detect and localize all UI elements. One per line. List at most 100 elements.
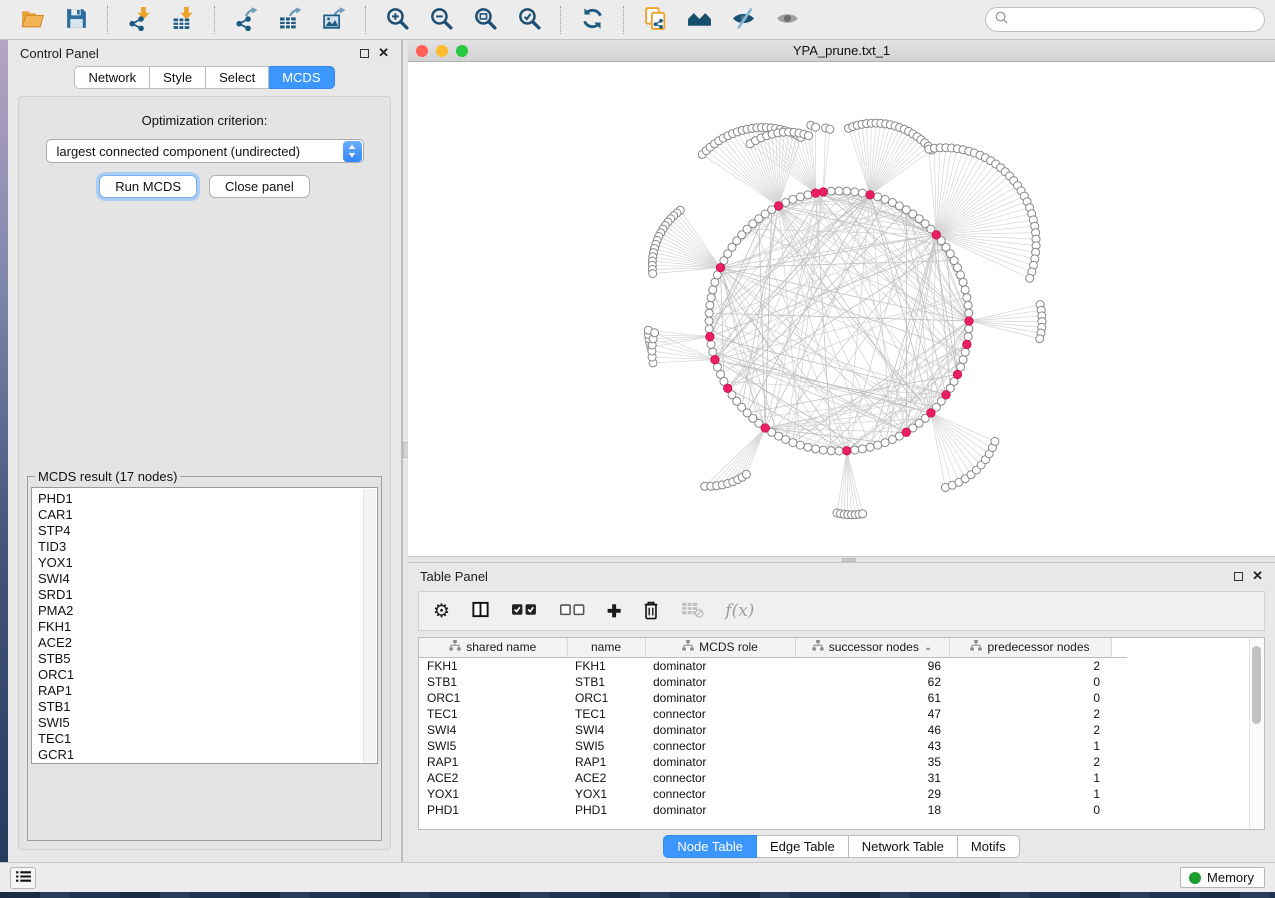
list-icon — [15, 870, 32, 886]
horizontal-splitter[interactable] — [408, 556, 1275, 563]
list-item[interactable]: TID3 — [38, 539, 377, 555]
column-type-icon — [682, 640, 694, 654]
list-item[interactable]: YOX1 — [38, 555, 377, 571]
table-row[interactable]: TEC1TEC1connector472 — [419, 706, 1127, 722]
close-panel-icon[interactable]: ✕ — [1252, 571, 1263, 581]
import-table-button[interactable] — [166, 5, 200, 35]
tab-select[interactable]: Select — [206, 66, 269, 89]
function-button: f(x) — [725, 596, 754, 626]
table-row[interactable]: ORC1ORC1dominator610 — [419, 690, 1127, 706]
show-all-button[interactable] — [770, 5, 804, 35]
mcds-tab-content: Optimization criterion: largest connecte… — [18, 96, 391, 850]
close-panel-icon[interactable]: ✕ — [378, 48, 389, 58]
node-table-container: shared namenameMCDS rolesuccessor nodes⌄… — [418, 637, 1265, 830]
save-session-button[interactable] — [59, 5, 93, 35]
list-item[interactable]: TEC1 — [38, 731, 377, 747]
list-item[interactable]: ORC1 — [38, 667, 377, 683]
list-item[interactable]: GCR1 — [38, 747, 377, 763]
tab-network[interactable]: Network — [74, 66, 150, 89]
export-table-button[interactable] — [273, 5, 307, 35]
list-item[interactable]: CAR1 — [38, 507, 377, 523]
network-window-titlebar[interactable]: YPA_prune.txt_1 — [408, 40, 1275, 62]
table-row[interactable]: ACE2ACE2connector311 — [419, 770, 1127, 786]
select-all-button[interactable] — [511, 596, 538, 626]
tab-node-table[interactable]: Node Table — [663, 835, 757, 858]
zoom-in-button[interactable] — [380, 5, 414, 35]
tab-style[interactable]: Style — [150, 66, 206, 89]
list-item[interactable]: FKH1 — [38, 619, 377, 635]
control-panel: Control Panel ✕ NetworkStyleSelectMCDS O… — [8, 40, 402, 862]
float-panel-icon[interactable] — [1234, 572, 1243, 581]
search-box[interactable] — [985, 7, 1265, 32]
scrollbar-thumb[interactable] — [1252, 646, 1261, 724]
zoom-out-button[interactable] — [424, 5, 458, 35]
list-item[interactable]: SWI5 — [38, 715, 377, 731]
table-row[interactable]: FKH1FKH1dominator962 — [419, 657, 1127, 674]
list-item[interactable]: STB5 — [38, 651, 377, 667]
table-row[interactable]: SWI5SWI5connector431 — [419, 738, 1127, 754]
refresh-button[interactable] — [575, 5, 609, 35]
import-network-button[interactable] — [122, 5, 156, 35]
hide-selected-button[interactable] — [726, 5, 760, 35]
list-item[interactable]: STB1 — [38, 699, 377, 715]
columns-icon — [471, 600, 490, 622]
zoom-selected-button[interactable] — [512, 5, 546, 35]
deselect-all-icon — [559, 602, 586, 620]
zoom-fit-icon — [473, 6, 498, 34]
table-row[interactable]: YOX1YOX1connector291 — [419, 786, 1127, 802]
table-row[interactable]: STB1STB1dominator620 — [419, 674, 1127, 690]
settings-button[interactable]: ⚙ — [433, 596, 450, 626]
list-item[interactable]: SWI4 — [38, 571, 377, 587]
network-canvas[interactable] — [408, 62, 1275, 556]
toolbar-separator — [107, 6, 108, 34]
close-panel-button[interactable]: Close panel — [209, 175, 310, 198]
first-neighbors-button[interactable] — [682, 5, 716, 35]
export-network-icon — [234, 6, 259, 34]
optimization-criterion-label: Optimization criterion: — [142, 113, 268, 128]
table-scrollbar[interactable] — [1249, 638, 1264, 829]
table-row[interactable]: RAP1RAP1dominator352 — [419, 754, 1127, 770]
zoom-in-icon — [385, 6, 410, 34]
column-header-name[interactable]: name — [567, 638, 645, 657]
function-icon: f(x) — [725, 601, 754, 621]
export-image-icon — [322, 6, 347, 34]
list-item[interactable]: PHD1 — [38, 491, 377, 507]
list-item[interactable]: SRD1 — [38, 587, 377, 603]
table-row[interactable]: PHD1PHD1dominator180 — [419, 802, 1127, 818]
list-item[interactable]: RAP1 — [38, 683, 377, 699]
criterion-select[interactable]: largest connected component (undirected) — [46, 139, 364, 163]
network-graph[interactable] — [408, 62, 1275, 556]
list-item[interactable]: PMA2 — [38, 603, 377, 619]
column-header-MCDS-role[interactable]: MCDS role — [645, 638, 795, 657]
open-session-icon — [20, 6, 45, 34]
list-item[interactable]: STP4 — [38, 523, 377, 539]
list-scrollbar[interactable] — [363, 489, 376, 762]
export-image-button[interactable] — [317, 5, 351, 35]
tab-mcds[interactable]: MCDS — [269, 66, 334, 89]
search-icon — [994, 10, 1014, 30]
list-item[interactable]: ACE2 — [38, 635, 377, 651]
column-header-shared-name[interactable]: shared name — [419, 638, 567, 657]
deselect-all-button[interactable] — [559, 596, 586, 626]
duplicate-network-button[interactable] — [638, 5, 672, 35]
mcds-result-list[interactable]: PHD1CAR1STP4TID3YOX1SWI4SRD1PMA2FKH1ACE2… — [31, 487, 378, 764]
delete-row-button[interactable] — [642, 596, 660, 626]
column-header-successor-nodes[interactable]: successor nodes⌄ — [795, 638, 949, 657]
tab-motifs[interactable]: Motifs — [958, 835, 1020, 858]
columns-button[interactable] — [471, 596, 490, 626]
toolbar-separator — [623, 6, 624, 34]
float-panel-icon[interactable] — [360, 49, 369, 58]
export-network-button[interactable] — [229, 5, 263, 35]
run-mcds-button[interactable]: Run MCDS — [99, 175, 197, 198]
add-row-button[interactable]: ✚ — [607, 596, 621, 626]
tab-network-table[interactable]: Network Table — [849, 835, 958, 858]
memory-button[interactable]: Memory — [1180, 867, 1265, 888]
zoom-fit-button[interactable] — [468, 5, 502, 35]
open-session-button[interactable] — [15, 5, 49, 35]
task-history-button[interactable] — [10, 867, 36, 889]
table-row[interactable]: SWI4SWI4dominator462 — [419, 722, 1127, 738]
tab-edge-table[interactable]: Edge Table — [757, 835, 849, 858]
column-header-predecessor-nodes[interactable]: predecessor nodes — [949, 638, 1111, 657]
search-input[interactable] — [1014, 13, 1256, 27]
splitter-handle[interactable] — [842, 558, 856, 562]
